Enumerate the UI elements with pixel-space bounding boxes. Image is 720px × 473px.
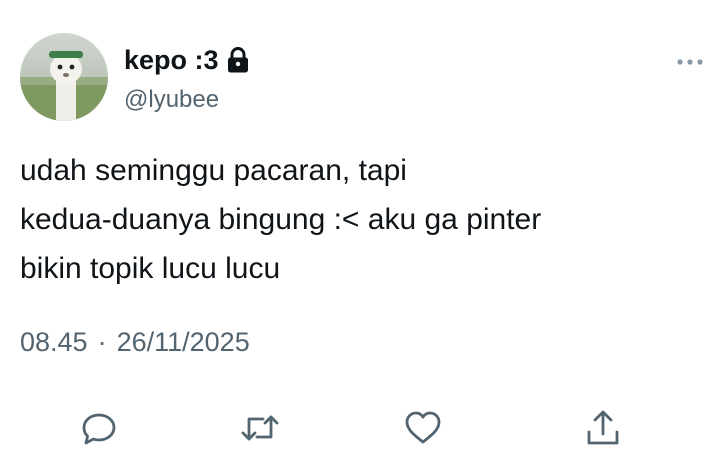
tweet-card: kepo :3 @lyubee udah seminggu pacaran, t… bbox=[0, 0, 720, 473]
tweet-text-line: bikin topik lucu lucu bbox=[20, 252, 281, 285]
user-handle[interactable]: @lyubee bbox=[124, 86, 219, 114]
heart-icon bbox=[404, 410, 442, 446]
more-options-icon[interactable] bbox=[675, 55, 705, 69]
profile-photo-image bbox=[20, 33, 108, 121]
tweet-timestamp[interactable]: 08.45 · 26/11/2025 bbox=[20, 327, 250, 358]
display-name[interactable]: kepo :3 bbox=[124, 45, 219, 76]
retweet-button[interactable] bbox=[240, 408, 280, 448]
tweet-text-line: kedua-duanya bingung :< aku ga pinter bbox=[20, 203, 542, 236]
share-button[interactable] bbox=[583, 408, 623, 448]
reply-button[interactable] bbox=[79, 408, 119, 448]
like-button[interactable] bbox=[403, 408, 443, 448]
tweet-text: udah seminggu pacaran, tapi kedua-duanya… bbox=[20, 146, 700, 293]
tweet-text-line: udah seminggu pacaran, tapi bbox=[20, 154, 407, 187]
avatar[interactable] bbox=[20, 33, 108, 121]
author-name-row: kepo :3 bbox=[124, 42, 249, 78]
lock-icon bbox=[227, 47, 249, 73]
meta-separator: · bbox=[97, 327, 107, 357]
share-icon bbox=[584, 408, 622, 448]
reply-icon bbox=[80, 409, 118, 447]
tweet-date: 26/11/2025 bbox=[116, 327, 250, 357]
retweet-icon bbox=[239, 409, 281, 447]
tweet-time: 08.45 bbox=[20, 327, 88, 357]
